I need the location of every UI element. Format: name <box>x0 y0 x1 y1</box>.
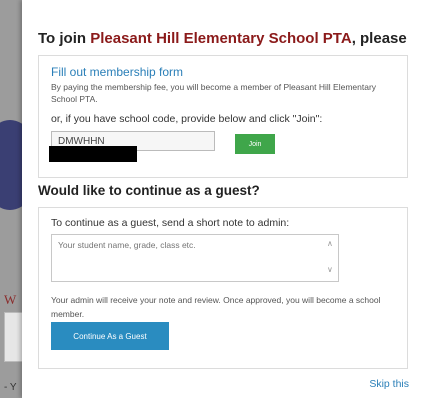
background-box <box>4 312 24 362</box>
background-text-fragment: W <box>4 292 17 307</box>
continue-as-guest-button[interactable]: Continue As a Guest <box>51 322 169 350</box>
join-modal: To join Pleasant Hill Elementary School … <box>22 0 427 398</box>
membership-panel: Fill out membership form By paying the m… <box>38 55 408 178</box>
note-textarea[interactable] <box>51 234 339 282</box>
background-text-fragment-2: - Y <box>4 382 17 393</box>
skip-link[interactable]: Skip this <box>369 378 409 390</box>
fill-membership-form-link[interactable]: Fill out membership form <box>51 65 183 79</box>
join-title-suffix: , please <box>351 30 407 47</box>
school-code-prompt: or, if you have school code, provide bel… <box>51 113 323 125</box>
join-title: To join Pleasant Hill Elementary School … <box>38 30 407 47</box>
redaction-bar <box>49 146 137 162</box>
join-title-prefix: To join <box>38 30 91 47</box>
membership-fee-description: By paying the membership fee, you will b… <box>51 82 377 104</box>
join-button[interactable]: Join <box>235 134 275 154</box>
guest-panel: To continue as a guest, send a short not… <box>38 207 408 369</box>
note-label: To continue as a guest, send a short not… <box>51 217 290 229</box>
review-notice: Your admin will receive your note and re… <box>51 295 381 319</box>
guest-title: Would like to continue as a guest? <box>38 183 260 198</box>
school-name: Pleasant Hill Elementary School PTA <box>90 30 352 47</box>
scroll-up-icon[interactable]: ∧ <box>327 239 333 248</box>
scroll-down-icon[interactable]: ∨ <box>327 265 333 274</box>
